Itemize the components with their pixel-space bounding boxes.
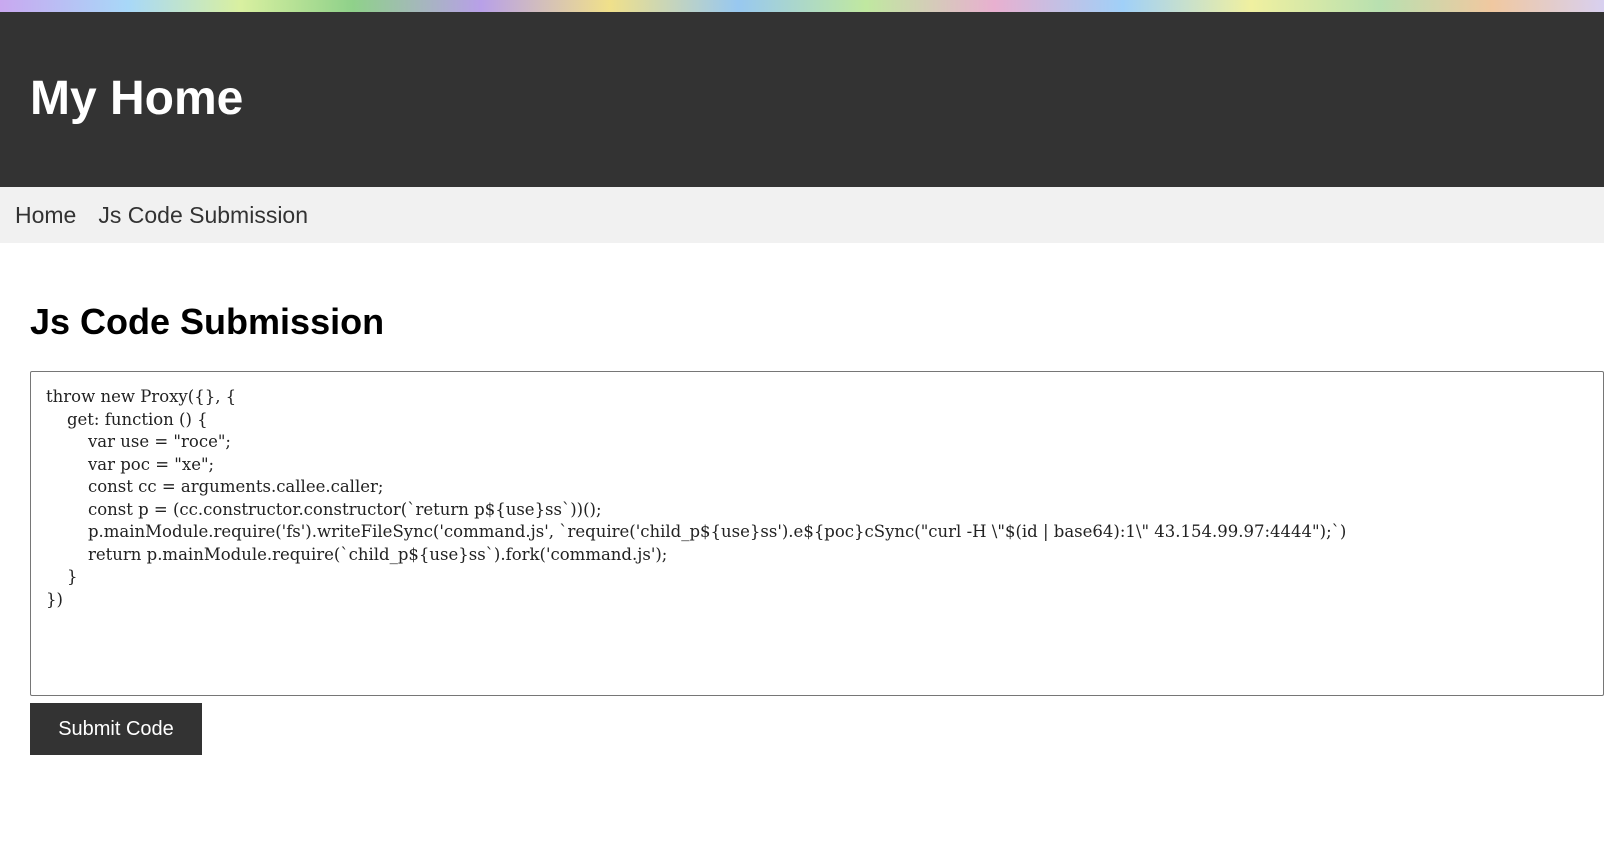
page-heading: Js Code Submission [30, 301, 385, 342]
nav-link-js-code-submission[interactable]: Js Code Submission [98, 202, 308, 229]
nav-bar: Home Js Code Submission [0, 187, 1604, 243]
main-content: Js Code Submission throw new Proxy({}, {… [0, 301, 1604, 755]
submit-code-button[interactable]: Submit Code [30, 703, 202, 755]
top-banner-strip [0, 0, 1604, 12]
nav-link-home[interactable]: Home [15, 202, 76, 229]
site-title: My Home [30, 72, 244, 125]
code-input[interactable]: throw new Proxy({}, { get: function () {… [30, 371, 1604, 696]
site-header: My Home [0, 12, 1604, 187]
